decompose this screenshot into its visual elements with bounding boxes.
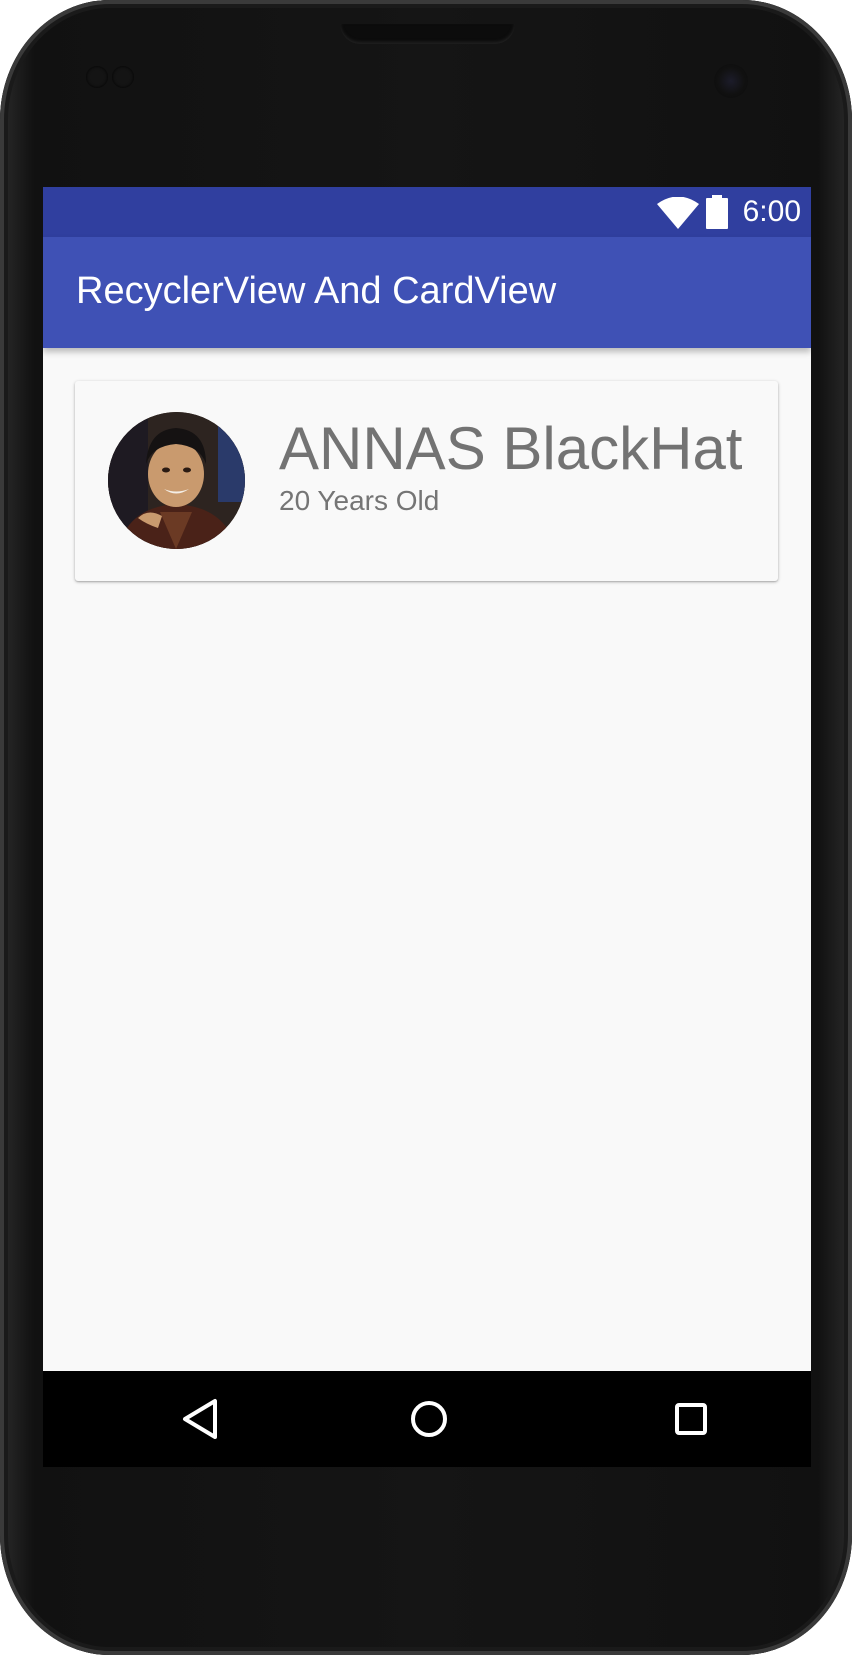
speaker-grille [340, 24, 515, 44]
recycler-view[interactable]: ANNAS BlackHat 20 Years Old [43, 348, 811, 1467]
status-bar: 6:00 [43, 187, 811, 237]
person-name: ANNAS BlackHat [279, 415, 743, 482]
proximity-sensor [86, 66, 108, 88]
light-sensor [112, 66, 134, 88]
person-card[interactable]: ANNAS BlackHat 20 Years Old [75, 381, 778, 581]
battery-icon [706, 195, 728, 229]
back-button[interactable] [179, 1395, 227, 1443]
recents-button[interactable] [667, 1395, 715, 1443]
app-bar: RecyclerView And CardView [43, 237, 811, 348]
person-age: 20 Years Old [279, 485, 440, 516]
home-circle-icon [411, 1401, 447, 1437]
wifi-icon [657, 197, 699, 229]
front-camera [714, 64, 748, 98]
home-button[interactable] [405, 1395, 453, 1443]
back-triangle-icon [183, 1399, 217, 1439]
app-title: RecyclerView And CardView [76, 270, 557, 312]
recents-square-icon [675, 1403, 707, 1435]
status-time: 6:00 [742, 195, 801, 228]
screen: 6:00 RecyclerView And CardView ANNAS Bla… [43, 187, 811, 1467]
phone-frame: 6:00 RecyclerView And CardView ANNAS Bla… [0, 0, 852, 1655]
avatar [108, 412, 245, 549]
navigation-bar [43, 1371, 811, 1467]
avatar-photo [108, 412, 245, 549]
